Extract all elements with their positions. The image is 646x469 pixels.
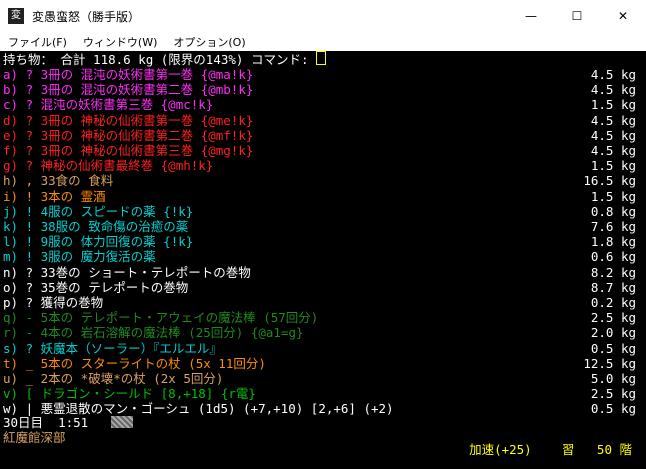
- inventory-item[interactable]: g) ? 神秘の仙術書最終巻 {@mh!k}: [3, 158, 213, 174]
- item-weight: 12.5 kg: [583, 355, 636, 371]
- status-block: [110, 416, 133, 428]
- inventory-item[interactable]: e) ? 3冊の 神秘の仙術書第二巻 {@mf!k}: [3, 128, 253, 144]
- inventory-item[interactable]: o) ? 35巻の テレポートの巻物: [3, 280, 188, 296]
- item-weight: 1.5 kg: [590, 97, 636, 113]
- menu-bar: ファイル(F) ウィンドウ(W) オプション(O): [0, 32, 646, 51]
- item-weight: 16.5 kg: [583, 173, 636, 189]
- game-terminal[interactable]: 持ち物： 合計 118.6 kg (限界の143%) コマンド: a) ? 3冊…: [0, 51, 646, 469]
- inventory-item[interactable]: f) ? 3冊の 神秘の仙術書第三巻 {@mg!k}: [3, 143, 253, 159]
- status-right: 加速(+25) 習 50 階: [469, 442, 632, 458]
- item-weight: 0.5 kg: [590, 401, 636, 417]
- window-title: 変愚蛮怒（勝手版）: [32, 9, 141, 24]
- item-weight: 7.6 kg: [590, 219, 636, 234]
- app-window: 変 変愚蛮怒（勝手版） — ☐ ✕ ファイル(F) ウィンドウ(W) オプション…: [0, 0, 646, 469]
- item-weight: 2.0 kg: [590, 325, 636, 341]
- inventory-item[interactable]: i) ! 3本の 霊酒: [3, 189, 106, 205]
- inventory-item[interactable]: a) ? 3冊の 混沌の妖術書第一巻 {@ma!k}: [3, 67, 253, 83]
- text-cursor: [316, 51, 327, 65]
- inventory-header: 持ち物： 合計 118.6 kg (限界の143%) コマンド:: [3, 51, 327, 67]
- inventory-item[interactable]: v) [ ドラゴン・シールド [8,+18] {r電}: [3, 386, 256, 402]
- item-weight: 1.8 kg: [590, 234, 636, 250]
- item-weight: 0.5 kg: [590, 340, 636, 356]
- dungeon-level: 50 階: [596, 442, 632, 457]
- item-weight: 0.2 kg: [590, 295, 636, 310]
- item-weight: 2.5 kg: [590, 310, 636, 326]
- inventory-item[interactable]: s) ? 妖魔本（ソーラー）『エルエル』: [3, 341, 222, 357]
- item-weight: 1.5 kg: [590, 188, 636, 204]
- minimize-button[interactable]: —: [508, 0, 554, 32]
- speed-status: 加速(+25): [469, 442, 532, 457]
- inventory-item[interactable]: p) ? 獲得の巻物: [3, 295, 103, 311]
- location: 紅魔館深部: [3, 430, 66, 445]
- inventory-item[interactable]: b) ? 3冊の 混沌の妖術書第二巻 {@mb!k}: [3, 82, 253, 98]
- item-weight: 1.5 kg: [590, 158, 636, 174]
- inventory-item[interactable]: h) , 33食の 食料: [3, 173, 113, 189]
- item-weight: 0.6 kg: [590, 249, 636, 265]
- inventory-item[interactable]: t) _ 5本の スターライトの杖 (5x 11回分): [3, 356, 266, 372]
- inventory-item[interactable]: r) - 4本の 岩石溶解の魔法棒 (25回分) {@a1=g}: [3, 325, 304, 341]
- title-bar: 変 変愚蛮怒（勝手版） — ☐ ✕: [0, 0, 646, 32]
- inventory-item[interactable]: l) ! 9服の 体力回復の薬 {!k}: [3, 234, 193, 250]
- study-status: 習: [561, 442, 575, 457]
- close-button[interactable]: ✕: [600, 0, 646, 32]
- item-weight: 4.5 kg: [590, 67, 636, 82]
- item-weight: 5.0 kg: [590, 371, 636, 386]
- menu-file[interactable]: ファイル(F): [0, 34, 75, 50]
- menu-options[interactable]: オプション(O): [165, 34, 253, 50]
- item-weight: 8.2 kg: [590, 264, 636, 280]
- inventory-item[interactable]: k) ! 38服の 致命傷の治癒の薬: [3, 219, 188, 235]
- day-time: 30日目 1:51: [3, 415, 89, 430]
- inventory-item[interactable]: m) ! 3服の 魔力復活の薬: [3, 249, 156, 265]
- item-weight: 4.5 kg: [590, 112, 636, 128]
- menu-window[interactable]: ウィンドウ(W): [75, 34, 165, 50]
- app-icon: 変: [8, 8, 24, 24]
- maximize-button[interactable]: ☐: [554, 0, 600, 32]
- item-weight: 4.5 kg: [590, 82, 636, 98]
- inventory-item[interactable]: d) ? 3冊の 神秘の仙術書第一巻 {@me!k}: [3, 113, 253, 129]
- day-time-line: 30日目 1:51: [3, 415, 133, 431]
- inventory-item[interactable]: j) ! 4服の スピードの薬 {!k}: [3, 204, 193, 220]
- inventory-item[interactable]: n) ? 33巻の ショート・テレポートの巻物: [3, 265, 251, 281]
- inventory-item[interactable]: c) ? 混沌の妖術書第三巻 {@mc!k}: [3, 97, 213, 113]
- item-weight: 0.8 kg: [590, 203, 636, 219]
- item-weight: 8.7 kg: [590, 279, 636, 295]
- item-weight: 4.5 kg: [590, 127, 636, 143]
- inventory-item[interactable]: q) - 5本の テレポート・アウェイの魔法棒 (57回分): [3, 310, 318, 326]
- inventory-header-text: 持ち物： 合計 118.6 kg (限界の143%) コマンド:: [3, 52, 309, 67]
- item-weight: 4.5 kg: [590, 143, 636, 158]
- item-weight: 2.5 kg: [590, 386, 636, 402]
- window-controls: — ☐ ✕: [508, 0, 646, 32]
- inventory-item[interactable]: u) _ 2本の *破壊*の杖 (2x 5回分): [3, 371, 223, 387]
